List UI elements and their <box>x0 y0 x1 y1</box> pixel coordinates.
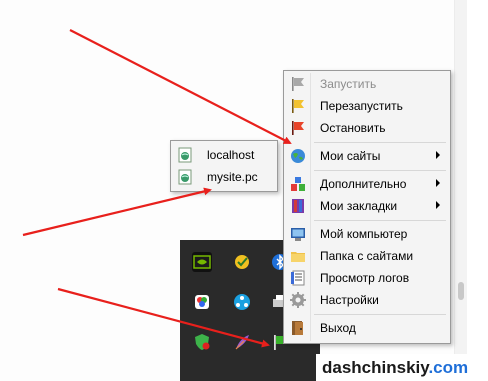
menu-item-restart[interactable]: Перезапустить <box>286 95 448 117</box>
scroll-thumb[interactable] <box>458 282 464 300</box>
menu-item-label: Мои закладки <box>320 199 398 213</box>
site-icon <box>177 169 193 185</box>
menu-item-sites-folder[interactable]: Папка с сайтами <box>286 245 448 267</box>
nvidia-icon[interactable] <box>192 252 212 272</box>
submenu-item-localhost[interactable]: localhost <box>173 144 275 166</box>
menu-item-bookmarks[interactable]: Мои закладки <box>286 195 448 217</box>
menu-item-label: Мой компьютер <box>320 227 408 241</box>
menu-item-my-computer[interactable]: Мой компьютер <box>286 223 448 245</box>
menu-item-label: Настройки <box>320 293 379 307</box>
menu-item-label: Просмотр логов <box>320 271 410 285</box>
menu-item-exit[interactable]: Выход <box>286 317 448 339</box>
menu-item-stop[interactable]: Остановить <box>286 117 448 139</box>
computer-icon <box>290 226 306 242</box>
globe-icon <box>290 148 306 164</box>
menu-item-my-sites[interactable]: Мои сайты <box>286 145 448 167</box>
gear-icon <box>290 292 306 308</box>
menu-item-label: Папка с сайтами <box>320 249 414 263</box>
watermark-domain: dashchinskiy <box>322 358 429 377</box>
flag-red-icon <box>290 120 306 136</box>
menu-item-label: Выход <box>320 321 356 335</box>
menu-separator <box>314 314 446 315</box>
watermark-tld: .com <box>428 358 469 377</box>
menu-item-label: Запустить <box>320 77 377 91</box>
feather-icon[interactable] <box>232 332 252 352</box>
site-icon <box>177 147 193 163</box>
menu-separator <box>314 142 446 143</box>
door-icon <box>290 320 306 336</box>
blocks-icon <box>290 176 306 192</box>
bookmarks-icon <box>290 198 306 214</box>
menu-item-label: Перезапустить <box>320 99 403 113</box>
menu-item-settings[interactable]: Настройки <box>286 289 448 311</box>
menu-separator <box>314 170 446 171</box>
network-share-icon[interactable] <box>232 292 252 312</box>
watermark: dashchinskiy.com <box>316 354 488 381</box>
context-menu: Запустить Перезапустить Остановить Мои с… <box>283 70 451 344</box>
submenu-arrow-icon <box>436 151 440 159</box>
menu-item-label: Мои сайты <box>320 149 381 163</box>
shield-icon[interactable] <box>192 332 212 352</box>
color-palette-icon[interactable] <box>192 292 212 312</box>
menu-item-additional[interactable]: Дополнительно <box>286 173 448 195</box>
checkmark-app-icon[interactable] <box>232 252 252 272</box>
submenu-arrow-icon <box>436 201 440 209</box>
submenu-item-label: mysite.pc <box>207 170 258 184</box>
menu-item-view-logs[interactable]: Просмотр логов <box>286 267 448 289</box>
log-icon <box>290 270 306 286</box>
menu-item-label: Дополнительно <box>320 177 407 191</box>
submenu-arrow-icon <box>436 179 440 187</box>
submenu-item-label: localhost <box>207 148 255 162</box>
submenu-item-mysite[interactable]: mysite.pc <box>173 166 275 188</box>
menu-item-start[interactable]: Запустить <box>286 73 448 95</box>
scrollbar[interactable] <box>454 0 467 381</box>
folder-icon <box>290 248 306 264</box>
menu-separator <box>314 220 446 221</box>
page-edge <box>467 0 488 381</box>
flag-yellow-icon <box>290 98 306 114</box>
menu-item-label: Остановить <box>320 121 386 135</box>
my-sites-submenu: localhost mysite.pc <box>170 140 278 192</box>
flag-gray-icon <box>290 76 306 92</box>
